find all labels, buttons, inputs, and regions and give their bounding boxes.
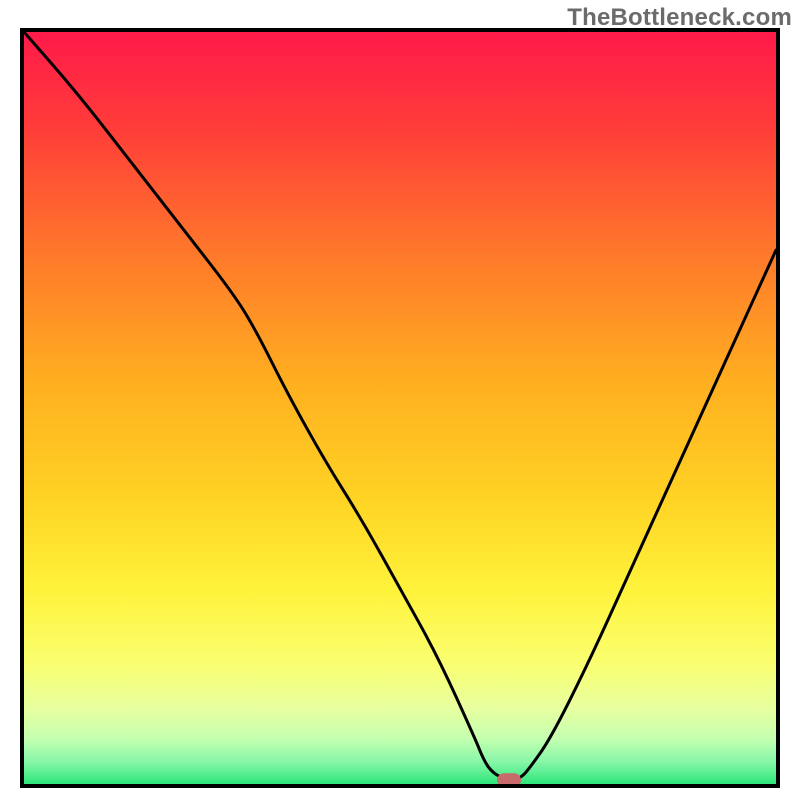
minimum-marker [497, 773, 521, 784]
chart-root: TheBottleneck.com [0, 0, 800, 800]
plot-frame [20, 28, 780, 788]
gradient-background [24, 32, 776, 784]
chart-svg [24, 32, 776, 784]
plot-area [24, 32, 776, 784]
watermark-text: TheBottleneck.com [567, 4, 792, 32]
